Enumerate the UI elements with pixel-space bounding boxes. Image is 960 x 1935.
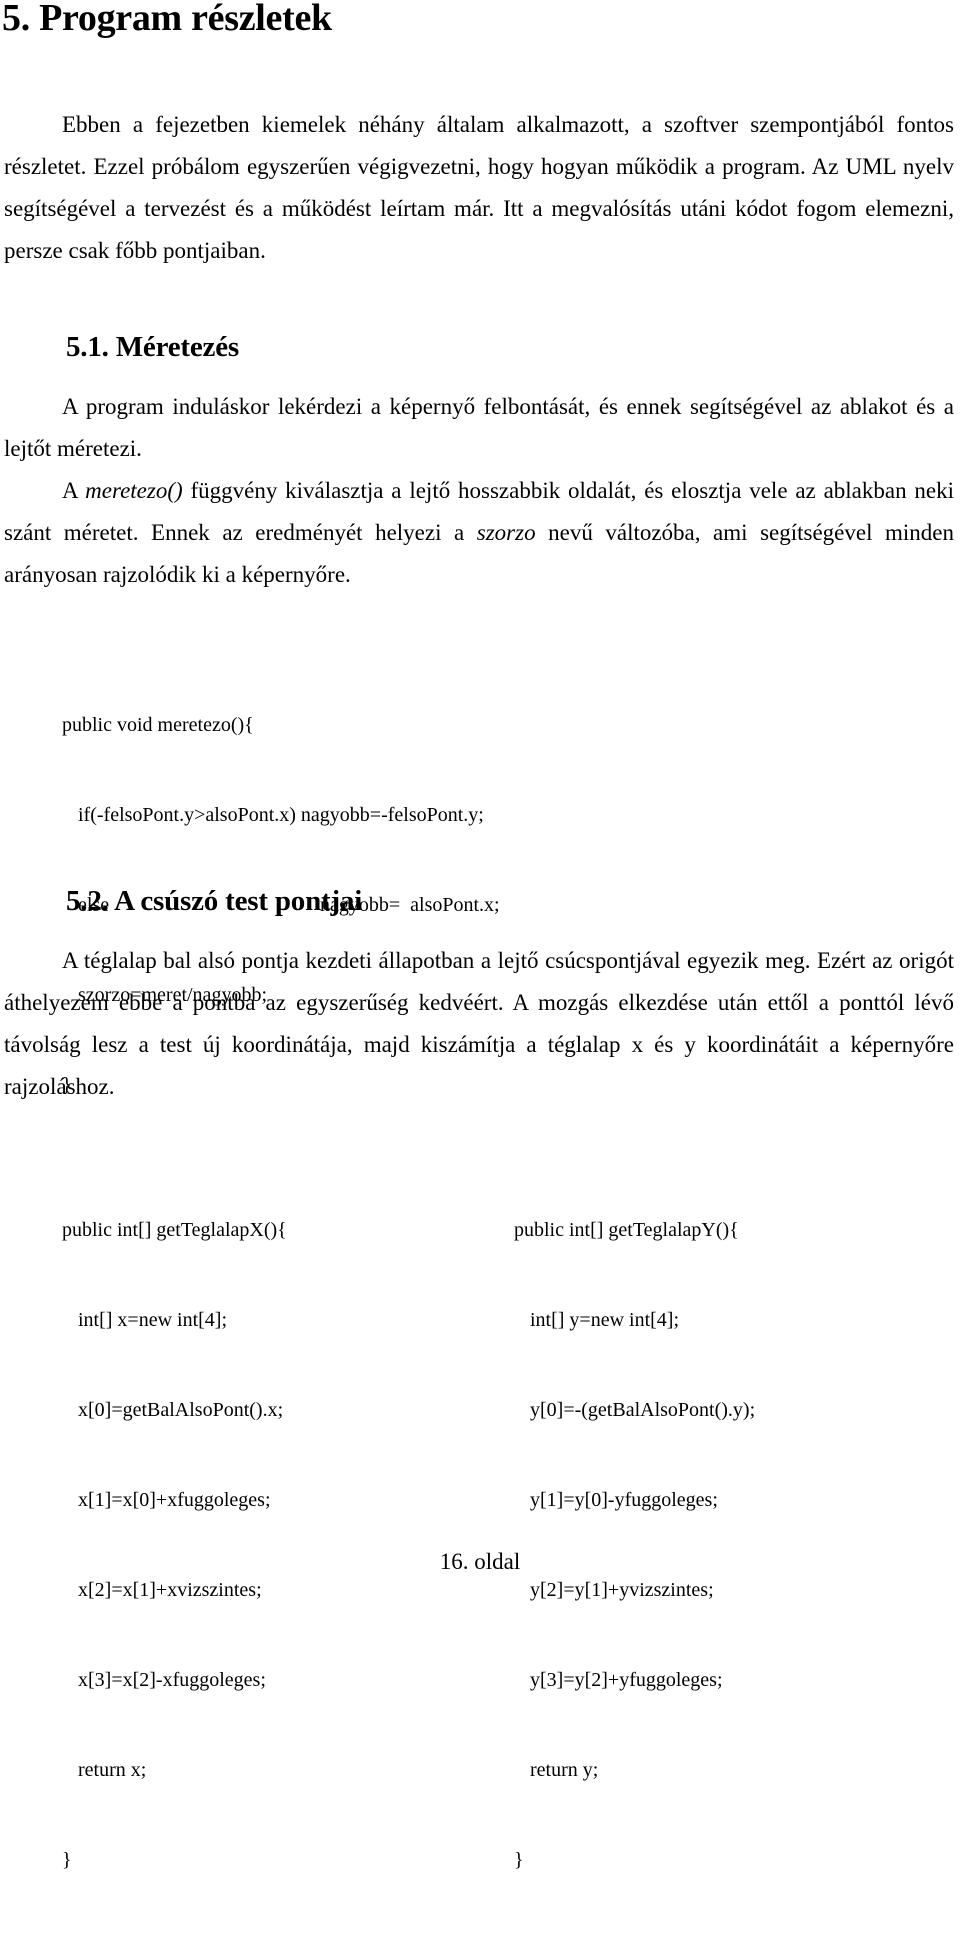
code-line: return x; <box>78 1759 147 1781</box>
heading-5-2: 5.2. A csúszó test pontjai <box>66 885 363 917</box>
code-line: if(-felsoPont.y>alsoPont.x) nagyobb=-fel… <box>78 804 484 826</box>
intro-paragraph: Ebben a fejezetben kiemelek néhány által… <box>4 112 954 263</box>
document-page: 5. Program részletek Ebben a fejezetben … <box>0 0 960 1871</box>
section-5-2: 5.2. A csúszó test pontjai A téglalap ba… <box>4 884 954 1108</box>
p2-emphasis-szorzo: szorzo <box>476 520 536 545</box>
p2-emphasis-meretezo: meretezo() <box>85 478 183 503</box>
section-5-2-paragraph: A téglalap bal alsó pontja kezdeti állap… <box>4 948 954 1099</box>
code-column-left: public int[] getTeglalapX(){ int[] x=new… <box>4 1155 514 1935</box>
code-line: y[0]=-(getBalAlsoPont().y); <box>530 1399 756 1421</box>
code-line: int[] y=new int[4]; <box>530 1309 680 1331</box>
code-listing-getteglalapy: public int[] getTeglalapY(){ int[] y=new… <box>514 1155 906 1935</box>
code-line: public void meretezo(){ <box>62 714 254 736</box>
section-5-1: 5.1. Méretezés A program induláskor leké… <box>4 330 954 596</box>
intro-section: Ebben a fejezetben kiemelek néhány által… <box>4 104 954 272</box>
page-title: 5. Program részletek <box>2 0 332 39</box>
code-line: int[] x=new int[4]; <box>78 1309 228 1331</box>
page-footer: 16. oldal <box>439 1549 521 1574</box>
code-line: y[3]=y[2]+yfuggoleges; <box>530 1669 723 1691</box>
code-line: public int[] getTeglalapX(){ <box>62 1219 287 1241</box>
code-line: x[3]=x[2]-xfuggoleges; <box>78 1669 266 1691</box>
section-5-1-paragraph-2: A meretezo() függvény kiválasztja a lejt… <box>4 470 954 596</box>
code-blocks-teglalap: public int[] getTeglalapX(){ int[] x=new… <box>4 1155 954 1935</box>
code-line: x[2]=x[1]+xvizszintes; <box>78 1579 262 1601</box>
heading-5-1: 5.1. Méretezés <box>66 331 239 363</box>
code-line: y[1]=y[0]-yfuggoleges; <box>530 1489 718 1511</box>
code-line: } <box>62 1849 72 1871</box>
code-line: public int[] getTeglalapY(){ <box>514 1219 739 1241</box>
code-column-right: public int[] getTeglalapY(){ int[] y=new… <box>514 1155 906 1935</box>
code-line: x[0]=getBalAlsoPont().x; <box>78 1399 284 1421</box>
code-line: y[2]=y[1]+yvizszintes; <box>530 1579 714 1601</box>
p2-text-part-1: A <box>62 478 86 503</box>
code-line: return y; <box>530 1759 599 1781</box>
code-two-column-layout: public int[] getTeglalapX(){ int[] x=new… <box>4 1155 954 1935</box>
code-line: x[1]=x[0]+xfuggoleges; <box>78 1489 271 1511</box>
section-5-1-paragraph-1: A program induláskor lekérdezi a képerny… <box>4 394 954 461</box>
code-listing-getteglalapx: public int[] getTeglalapX(){ int[] x=new… <box>62 1155 514 1935</box>
code-line: } <box>514 1849 524 1871</box>
